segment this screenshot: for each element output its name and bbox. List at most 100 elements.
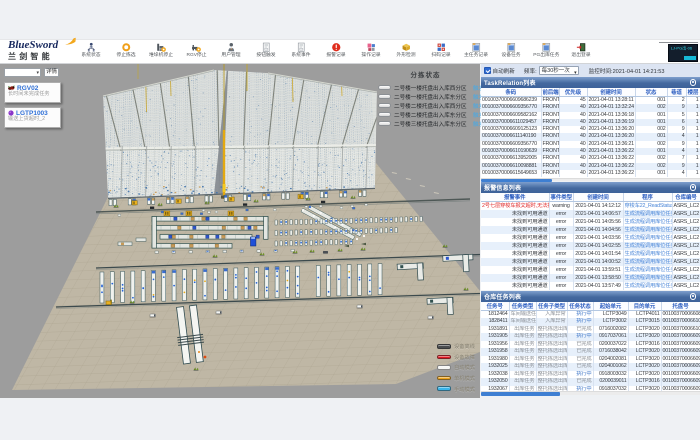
panel-header-0[interactable]: TaskRelation列表 [481,77,700,88]
frequency-select[interactable]: 每30秒一次▾ [539,66,579,75]
toolbar-button-folder-11[interactable]: 主任务记录 [459,39,494,64]
table-row[interactable]: 00100370006609582162FRONT402021-04-01 13… [481,112,700,119]
table-row[interactable]: 00100370006615649653FRONT402021-04-01 13… [481,170,700,177]
zone-toggle-pill[interactable] [378,103,391,108]
toolbar-button-folder-12[interactable]: 设备任务 [494,39,529,64]
zone-toggle-pill[interactable] [378,112,391,117]
table-row[interactable]: 00100370006610190639FRONT402021-04-01 13… [481,148,700,155]
column-header[interactable]: 状态 [635,88,667,97]
toolbar-button-doc-5[interactable]: 按钮触发 [249,39,284,64]
table-row[interactable]: 1931958出库任务整托拣选出库已完成0716038042LCTP302000… [481,348,700,356]
alert-card-lgtp[interactable]: LGTP1003 输送上货超时_2 [4,107,61,128]
horizontal-scrollbar[interactable] [481,178,700,182]
table-row[interactable]: 未找到可用通道error2021-04-01 14:03:56生成流程调用库位任… [481,234,700,242]
zone-toggle-pill[interactable] [378,121,391,126]
table-cell: ASRS_LC2 [672,250,700,258]
horizontal-scrollbar[interactable] [481,391,700,395]
column-header[interactable]: 程序 [623,193,672,202]
column-header[interactable]: 事件类型 [549,193,573,202]
table-row[interactable]: 未找到可用通道error2021-04-01 13:57:49生成流程调用库位任… [481,282,700,290]
column-header[interactable]: 创建时间 [573,193,623,202]
brand-name: BlueSword [8,40,70,51]
toolbar-button-logout-14[interactable]: 退出登录 [564,39,599,64]
table-row[interactable]: 未找到可用通道error2021-04-01 14:06:57生成流程调用库位任… [481,210,700,218]
table-row[interactable]: 1931891出库任务整托拣选出库已完成0716002082LCTP302000… [481,326,700,334]
alert-card-rgv[interactable]: RGV02 长时间未完成任务 [4,82,61,103]
toolbar-button-stacker-stop-2[interactable]: 堆垛机停止 [144,39,179,64]
toolbar-button-oplog-8[interactable]: 操作记录 [354,39,389,64]
column-header[interactable]: 优先级 [559,88,587,97]
alarm-icon [331,42,342,53]
device-filter-select[interactable]: ▾ [4,68,41,77]
scrollbar-thumb[interactable] [481,392,560,396]
column-header[interactable]: 报警事件 [481,193,549,202]
panel-collapse-icon[interactable] [690,293,697,300]
toolbar-button-scan-10[interactable]: 扫码记录 [424,39,459,64]
table-row[interactable]: 1931905出库任务整托拣选出库执行中0917037061LCTP302000… [481,333,700,341]
table-row[interactable]: 1932038出库任务整托拣选出库执行中0918003032LCTP302000… [481,371,700,379]
data-table-0: 条码前后端优先级创建时间状态巷道楼层00100370006609686239FR… [481,88,700,178]
column-header[interactable]: 楼层 [686,88,700,97]
toolbar-button-system-status-0[interactable]: 系统状态 [74,39,109,64]
table-row[interactable]: 未找到可用通道error2021-04-01 13:58:50生成流程调用库位任… [481,274,700,282]
monitor-chip[interactable]: LJ-PG出-06 [668,44,698,62]
detail-button[interactable]: 详情 [44,68,59,77]
column-header[interactable]: 任务子类型 [536,302,567,311]
toolbar-button-doc-6[interactable]: 系统事件 [284,39,319,64]
column-header[interactable]: 任务号 [481,302,509,311]
zone-toggle-pill[interactable] [378,85,391,90]
toolbar-button-rgv-stop-3[interactable]: RGV停止 [179,39,214,64]
panel-collapse-icon[interactable] [690,184,697,191]
column-header[interactable]: 任务状态 [567,302,593,311]
panel-header-1[interactable]: 报警信息列表 [481,182,700,193]
sort-status-title: 分拣状态 [371,69,480,79]
table-row[interactable]: 2号七层穿梭车报文超时,无法执行warning2021-04-01 14:12:… [481,202,700,211]
table-cell: 0716038042 [593,348,628,356]
column-header[interactable]: 条码 [481,88,541,97]
toolbar-button-folder-13[interactable]: PG出库任务 [529,39,564,64]
table-row[interactable]: 未找到可用通道error2021-04-01 14:01:54生成流程调用库位任… [481,250,700,258]
column-header[interactable]: 托盘号 [661,302,700,311]
table-row[interactable]: 00100370006609686239FRONT452021-04-01 13… [481,97,700,105]
table-cell: 未找到可用通道 [481,250,549,258]
table-cell: ASRS_LC2 [672,202,700,211]
table-row[interactable]: 未找到可用通道error2021-04-01 14:04:56生成流程调用库位任… [481,226,700,234]
column-header[interactable]: 前后端 [541,88,559,97]
panel-header-2[interactable]: 仓库任务列表 [481,291,700,302]
brand-logo[interactable]: BlueSword 兰剑智能 [8,40,70,63]
column-header[interactable]: 仓库编号 [672,193,700,202]
column-header[interactable]: 目的单元 [628,302,661,311]
column-header[interactable]: 创建时间 [587,88,635,97]
table-row[interactable]: 未找到可用通道error2021-04-01 14:05:56生成流程调用库位任… [481,218,700,226]
table-row[interactable]: 00100370006609356770FRONT402021-04-01 13… [481,141,700,148]
toolbar-button-stop-pick-1[interactable]: 停止拣选 [109,39,144,64]
zone-toggle-pill[interactable] [378,94,391,99]
table-row[interactable]: 1812464车间输送任务入库异常执行中LCTP3049LCTP40110010… [481,310,700,318]
toolbar-button-user-manage-4[interactable]: 用户管理 [214,39,249,64]
toolbar-button-box-9[interactable]: 外形检测 [389,39,424,64]
table-row[interactable]: 00100370006609356770FRONT402021-04-01 13… [481,104,700,111]
table-row[interactable]: 1828411车间输送任务入库异常执行中LCTP3002LCTP30150010… [481,318,700,326]
table-row[interactable]: 1932050出库任务整托拣选出库已完成0200039011LCTP301600… [481,378,700,386]
table-row[interactable]: 1932025出库任务整托拣选出库已完成0204001062LCTP302000… [481,363,700,371]
table-row[interactable]: 1931956出库任务整托拣选出库已完成0200037022LCTP301600… [481,341,700,349]
table-row[interactable]: 未找到可用通道error2021-04-01 14:00:52生成流程调用库位任… [481,258,700,266]
toolbar-button-alarm-7[interactable]: 报警记录 [319,39,354,64]
table-row[interactable]: 00100370006610098881FRONT402021-04-01 13… [481,163,700,170]
table-cell: 00100370006608 [661,310,700,318]
frequency-value: 每30秒一次 [542,68,570,74]
table-cell: 9 [667,104,686,111]
auto-refresh-checkbox[interactable] [484,67,491,74]
table-row[interactable]: 00100370006609125123FRONT402021-04-01 13… [481,126,700,133]
table-row[interactable]: 00100370006611029457FRONT402021-04-01 13… [481,119,700,126]
panel-collapse-icon[interactable] [690,79,697,86]
table-row[interactable]: 未找到可用通道error2021-04-01 13:59:51生成流程调用库位任… [481,266,700,274]
column-header[interactable]: 任务类型 [509,302,536,311]
table-cell: 执行中 [567,318,593,326]
column-header[interactable]: 巷道 [667,88,686,97]
table-row[interactable]: 00100370006613952005FRONT402021-04-01 13… [481,155,700,162]
table-row[interactable]: 1931980出库任务整托拣选出库已完成0204002081LCTP302000… [481,356,700,364]
table-row[interactable]: 00100370006611140190FRONT402021-04-01 13… [481,133,700,140]
column-header[interactable]: 起始单元 [593,302,628,311]
table-row[interactable]: 未找到可用通道error2021-04-01 14:02:55生成流程调用库位任… [481,242,700,250]
